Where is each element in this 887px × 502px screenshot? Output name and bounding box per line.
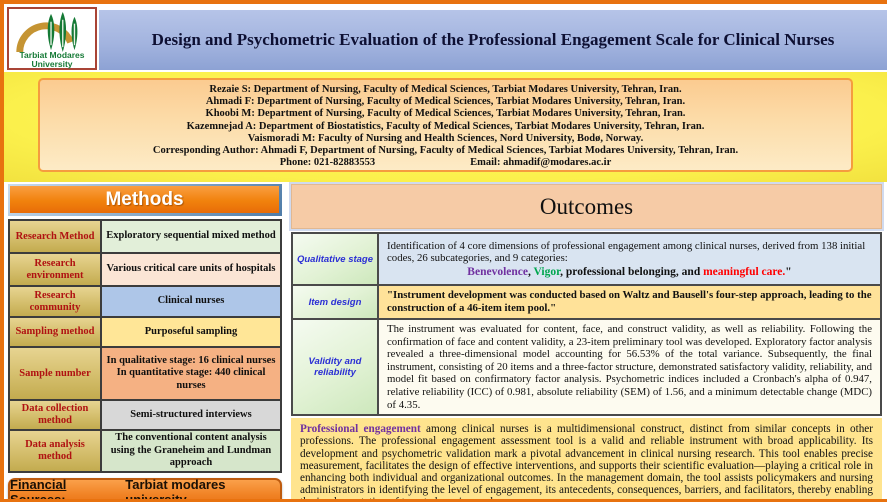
author-line: Vaismoradi M: Faculty of Nursing and Hea… <box>40 133 851 145</box>
method-row-label: Research community <box>9 286 101 317</box>
qualitative-text: Identification of 4 core dimensions of p… <box>387 240 872 265</box>
logo-line2: University <box>19 60 84 69</box>
qualitative-stage-cell: Identification of 4 core dimensions of p… <box>378 233 881 285</box>
methods-panel: Methods Research Method Exploratory sequ… <box>8 184 282 502</box>
method-row-label: Research Method <box>9 220 101 253</box>
author-line: Corresponding Author: Ahmadi F, Departme… <box>40 145 851 157</box>
author-line: Ahmadi F: Department of Nursing, Faculty… <box>40 96 851 108</box>
item-design-cell: "Instrument development was conducted ba… <box>378 285 881 319</box>
method-row-label: Research environment <box>9 253 101 286</box>
category-separator: , professional belonging, and <box>560 266 703 278</box>
logo-graphic <box>10 10 94 53</box>
table-row: Qualitative stage Identification of 4 co… <box>292 233 881 285</box>
method-row-label: Sample number <box>9 347 101 400</box>
closing-quote: " <box>785 266 791 278</box>
method-row-value: Clinical nurses <box>101 286 281 317</box>
methods-header-frame: Methods <box>8 184 282 216</box>
authors-band: Rezaie S: Department of Nursing, Faculty… <box>4 72 887 182</box>
main-content: Methods Research Method Exploratory sequ… <box>4 182 887 502</box>
outcome-row-label: Validity and reliability <box>292 319 378 415</box>
table-row: Research environment Various critical ca… <box>9 253 281 286</box>
outcomes-table: Qualitative stage Identification of 4 co… <box>291 232 882 416</box>
financial-sources-box: Financial Sources: Tarbiat modares univer… <box>8 478 282 502</box>
table-row: Research community Clinical nurses <box>9 286 281 317</box>
poster-title: Design and Psychometric Evaluation of th… <box>132 30 855 50</box>
table-row: Data collection method Semi-structured i… <box>9 400 281 430</box>
financial-sources-label: Financial Sources: <box>10 477 118 502</box>
conclusion-lead: Professional engagement <box>300 423 421 435</box>
categories-line: Benevolence, Vigor, professional belongi… <box>387 266 872 279</box>
email-text: Email: ahmadif@modares.ac.ir <box>470 157 611 169</box>
conclusion-paragraph: Professional engagement among clinical n… <box>291 418 882 502</box>
method-row-value: Exploratory sequential mixed method <box>101 220 281 253</box>
outcome-row-label: Item design <box>292 285 378 319</box>
method-row-value: Purposeful sampling <box>101 317 281 347</box>
contact-line: Phone: 021-82883553 Email: ahmadif@modar… <box>40 157 851 169</box>
method-row-value: Semi-structured interviews <box>101 400 281 430</box>
authors-box: Rezaie S: Department of Nursing, Faculty… <box>38 78 853 172</box>
table-row: Item design "Instrument development was … <box>292 285 881 319</box>
financial-sources-value: Tarbiat modares university <box>125 477 280 502</box>
validity-reliability-cell: The instrument was evaluated for content… <box>378 319 881 415</box>
logo-text: Tarbiat Modares University <box>19 51 84 68</box>
method-row-label: Sampling method <box>9 317 101 347</box>
method-row-label: Data analysis method <box>9 430 101 472</box>
table-row: Sampling method Purposeful sampling <box>9 317 281 347</box>
method-row-value: Various critical care units of hospitals <box>101 253 281 286</box>
phone-text: Phone: 021-82883553 <box>280 157 375 169</box>
outcomes-header: Outcomes <box>291 184 882 229</box>
method-row-value: The conventional content analysis using … <box>101 430 281 472</box>
author-line: Kazemnejad A: Department of Biostatistic… <box>40 121 851 133</box>
method-row-value: In qualitative stage: 16 clinical nurses… <box>101 347 281 400</box>
poster-title-bar: Design and Psychometric Evaluation of th… <box>99 10 887 70</box>
methods-table: Research Method Exploratory sequential m… <box>8 219 282 473</box>
author-line: Khoobi M: Department of Nursing, Faculty… <box>40 108 851 120</box>
category-vigor: Vigor <box>534 266 561 278</box>
university-logo: Tarbiat Modares University <box>7 7 97 70</box>
table-row: Sample number In qualitative stage: 16 c… <box>9 347 281 400</box>
header-band: Tarbiat Modares University Design and Ps… <box>4 4 887 72</box>
category-meaningful-care: meaningful care. <box>703 266 785 278</box>
methods-header: Methods <box>10 186 279 213</box>
conclusion-text: among clinical nurses is a multidimensio… <box>300 423 873 502</box>
method-row-label: Data collection method <box>9 400 101 430</box>
table-row: Research Method Exploratory sequential m… <box>9 220 281 253</box>
outcome-row-label: Qualitative stage <box>292 233 378 285</box>
category-benevolence: Benevolence <box>467 266 528 278</box>
author-line: Rezaie S: Department of Nursing, Faculty… <box>40 84 851 96</box>
table-row: Validity and reliability The instrument … <box>292 319 881 415</box>
poster: Tarbiat Modares University Design and Ps… <box>0 0 887 502</box>
table-row: Data analysis method The conventional co… <box>9 430 281 472</box>
outcomes-panel: Outcomes Qualitative stage Identificatio… <box>291 184 882 502</box>
